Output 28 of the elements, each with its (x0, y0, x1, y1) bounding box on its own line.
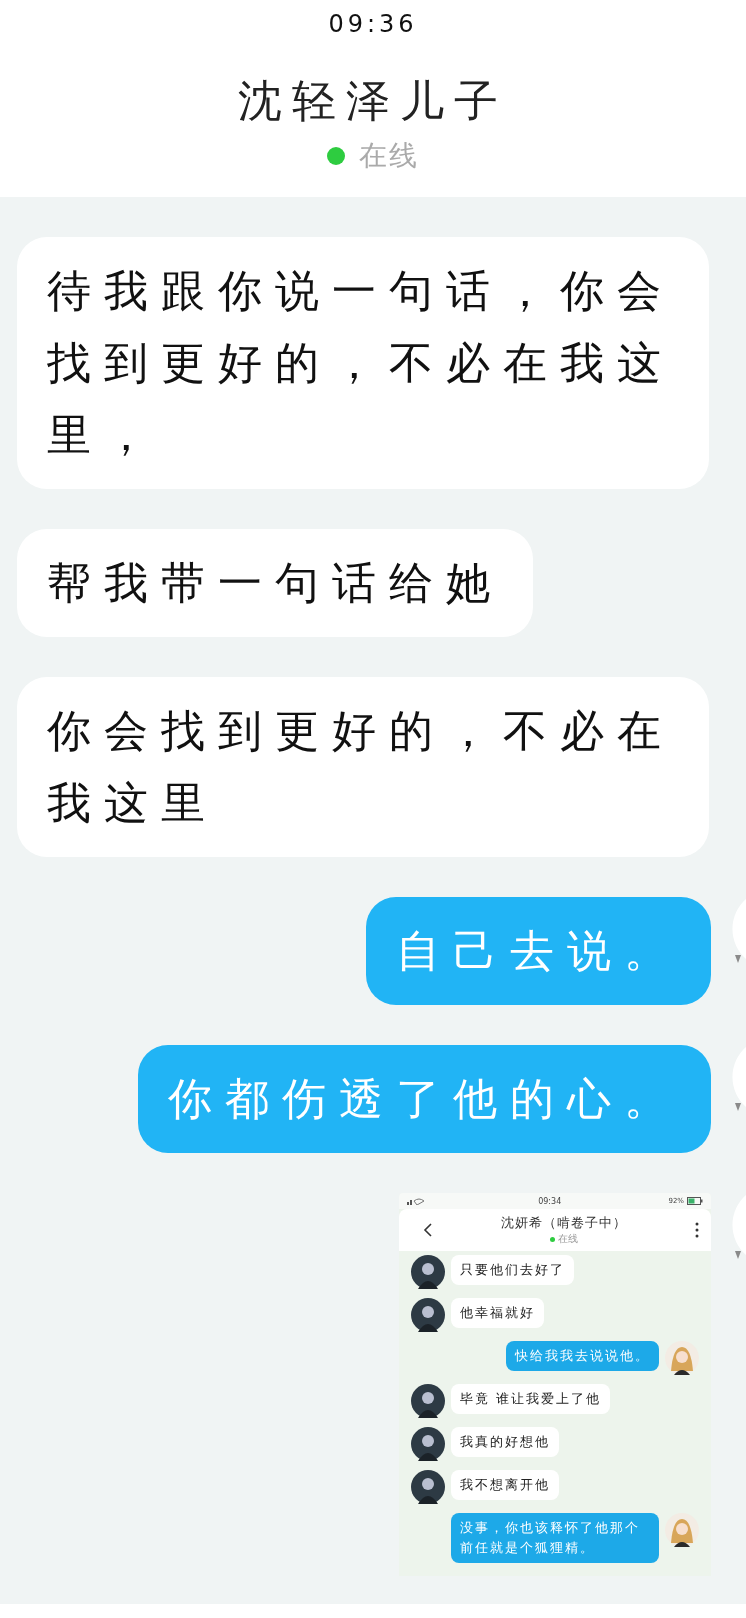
message-bubble: 自己去说。 (366, 897, 711, 1005)
status-time: 09:34 (538, 1196, 562, 1206)
message-bubble: 你都伤透了他的心。 (138, 1045, 711, 1153)
message-bubble: 没事，你也该释怀了他那个前任就是个狐狸精。 (451, 1513, 659, 1563)
message-bubble: 你会找到更好的，不必在我这里 (17, 677, 709, 857)
avatar-icon (411, 1255, 445, 1289)
avatar-icon (411, 1384, 445, 1418)
message-bubble: 只要他们去好了 (451, 1255, 574, 1285)
chat-title: 沈妍希（啃卷子中） (501, 1214, 627, 1232)
message-bubble: 快给我我去说说他。 (506, 1341, 659, 1371)
chat-title: 沈轻泽儿子 (238, 74, 508, 128)
online-status: 在线 (558, 1232, 578, 1246)
message-bubble: 帮我带一句话给她 (17, 529, 533, 637)
message-bubble: 他幸福就好 (451, 1298, 544, 1328)
avatar-icon (411, 1427, 445, 1461)
message-bubble: 待我跟你说一句话，你会找到更好的，不必在我这里， (17, 237, 709, 489)
message-bubble: 我不想离开他 (451, 1470, 559, 1500)
avatar-icon (411, 1298, 445, 1332)
status-time: 09:36 (328, 10, 418, 38)
message-bubble: 我真的好想他 (451, 1427, 559, 1457)
avatar-icon (411, 1470, 445, 1504)
more-icon[interactable] (695, 1222, 699, 1238)
message-bubble: 毕竟 谁让我爱上了他 (451, 1384, 611, 1414)
avatar-icon (665, 1513, 699, 1547)
online-status: 在线 (359, 138, 419, 174)
back-icon[interactable] (423, 1223, 433, 1237)
avatar-icon (665, 1341, 699, 1375)
battery-icon (687, 1197, 703, 1205)
